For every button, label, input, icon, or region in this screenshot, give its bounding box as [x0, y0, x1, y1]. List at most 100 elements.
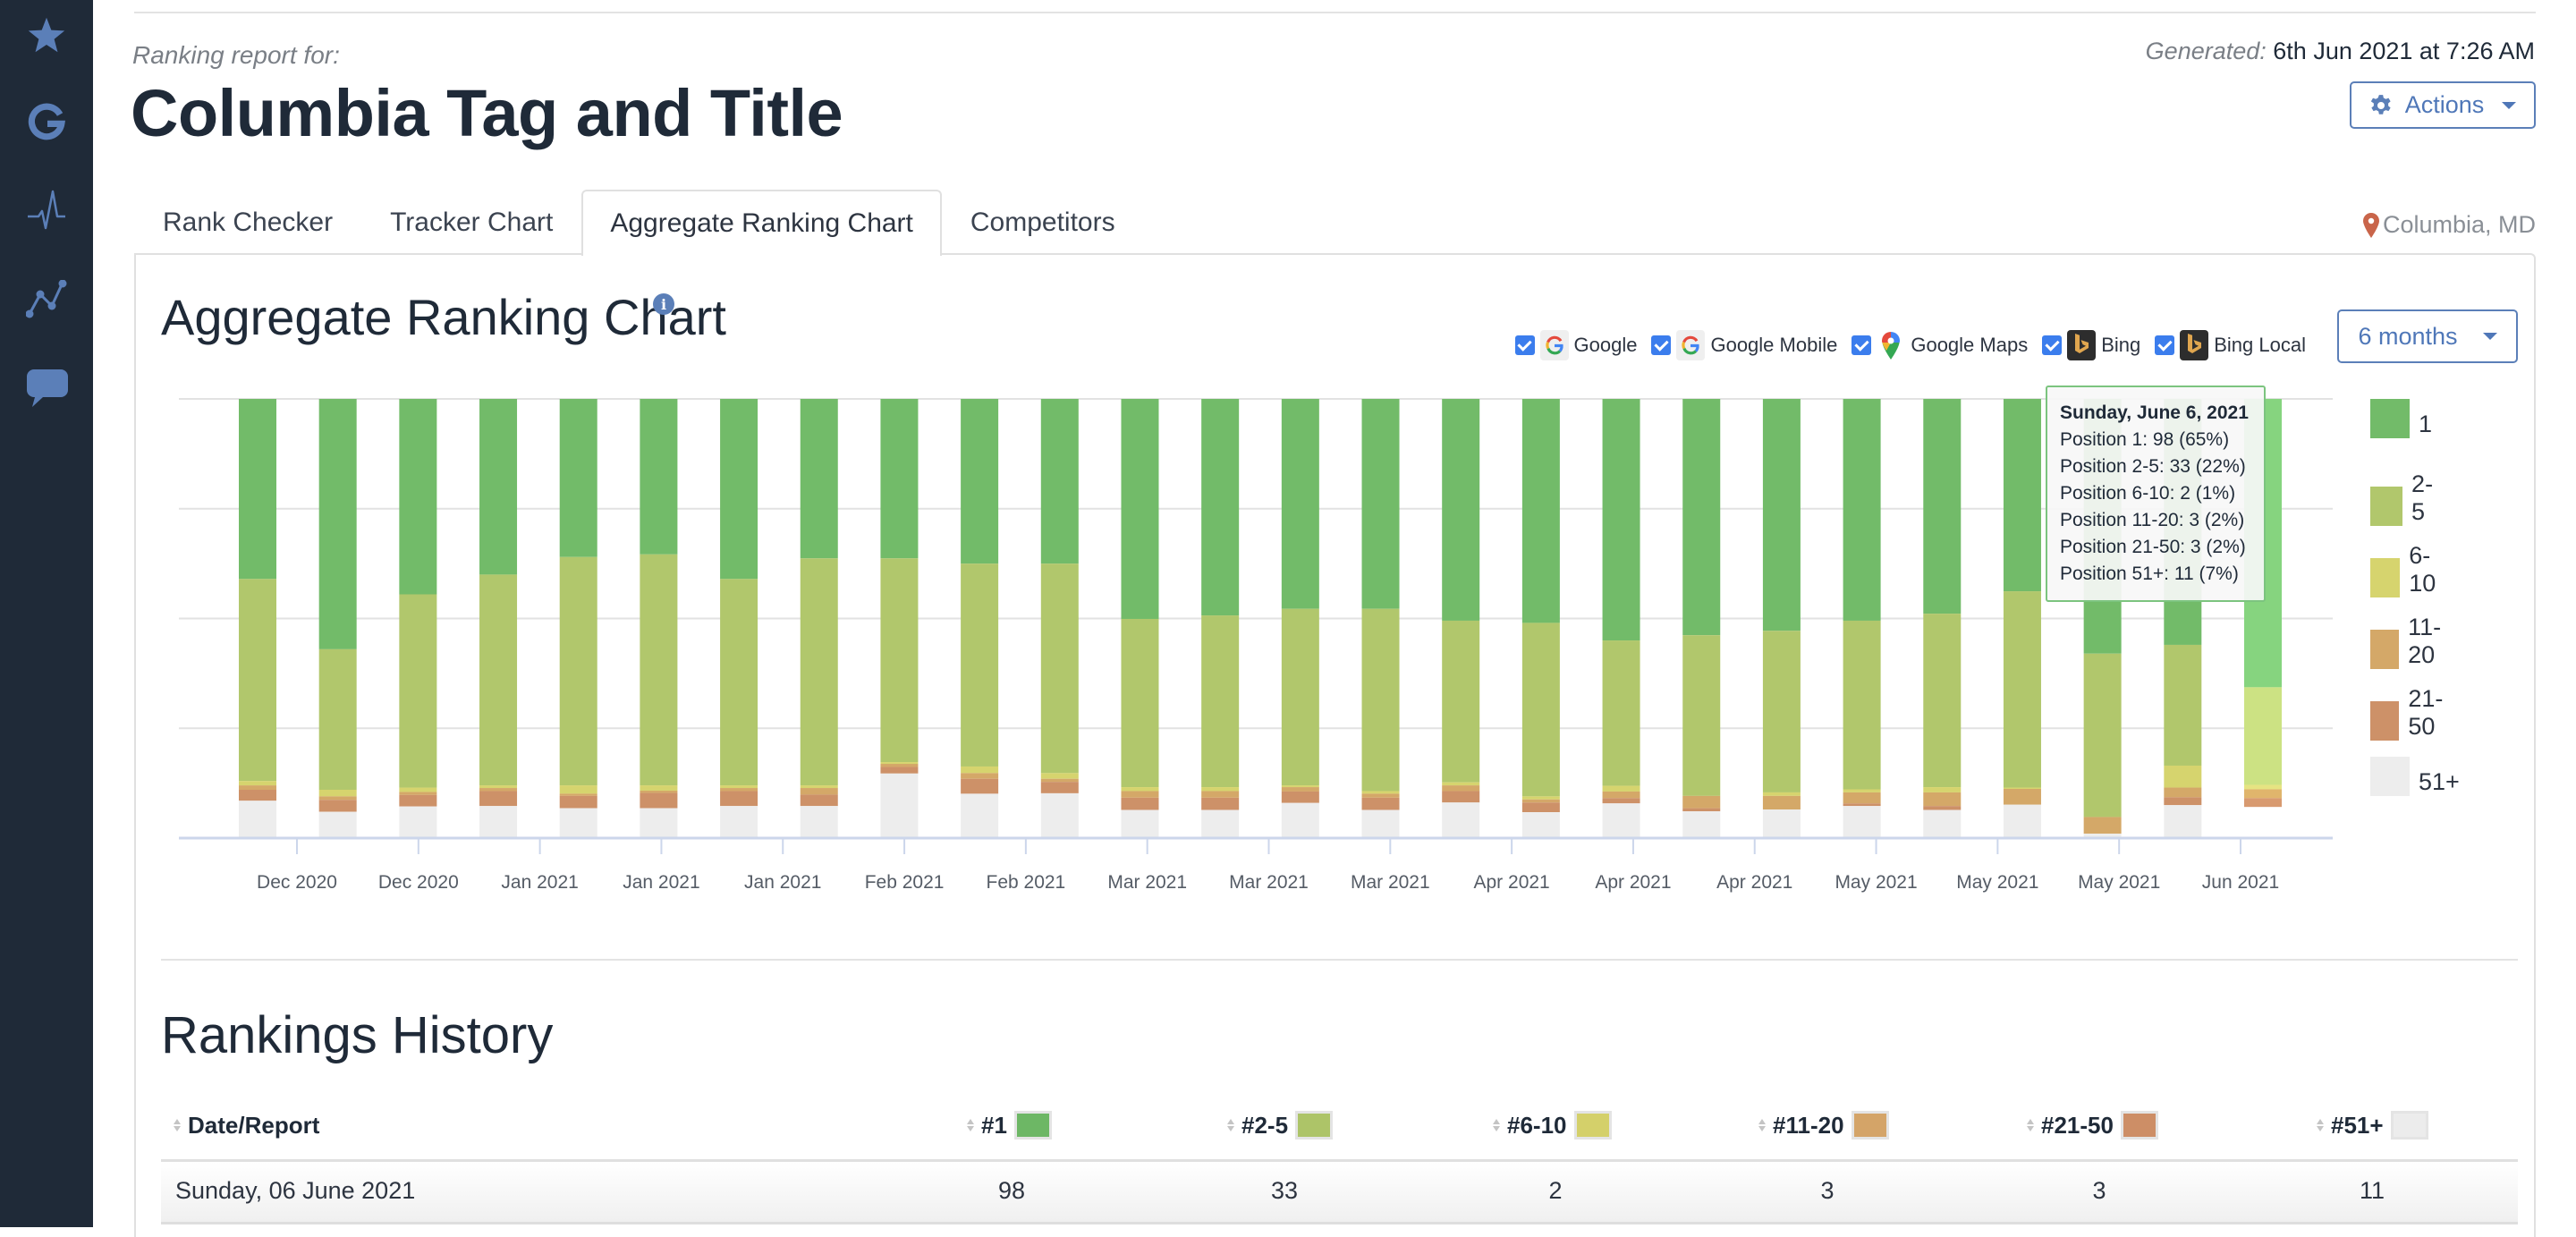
bar-segment-pos51-plus[interactable] — [800, 806, 838, 838]
bar-segment-pos51-plus[interactable] — [1682, 811, 1721, 838]
bar-segment-pos11-20[interactable] — [1040, 778, 1079, 783]
bar-16[interactable] — [1521, 399, 1560, 838]
bar-segment-pos51-plus[interactable] — [961, 793, 999, 838]
bar-2[interactable] — [399, 399, 437, 838]
bar-segment-pos1[interactable] — [318, 399, 357, 649]
checkbox-google-maps[interactable] — [1852, 335, 1872, 355]
bar-21[interactable] — [1923, 399, 1962, 838]
bar-segment-pos1[interactable] — [1923, 399, 1962, 614]
bar-segment-pos21-50[interactable] — [1040, 782, 1079, 793]
bar-segment-pos1[interactable] — [1843, 399, 1881, 621]
bar-segment-pos51-plus[interactable] — [1442, 802, 1480, 838]
legend-item-2-5[interactable]: 2-5 — [2370, 470, 2440, 526]
bar-segment-pos6-10[interactable] — [479, 785, 518, 789]
bar-5[interactable] — [640, 399, 678, 838]
bar-segment-pos51-plus[interactable] — [640, 808, 678, 838]
bar-segment-pos11-20[interactable] — [800, 788, 838, 795]
bar-segment-pos11-20[interactable] — [1762, 795, 1801, 810]
bar-17[interactable] — [1602, 399, 1640, 838]
bar-segment-pos2-5[interactable] — [399, 594, 437, 788]
actions-button[interactable]: Actions — [2350, 81, 2536, 129]
bar-segment-pos51-plus[interactable] — [1521, 812, 1560, 838]
bar-segment-pos11-20[interactable] — [1361, 793, 1400, 798]
bar-segment-pos1[interactable] — [2003, 399, 2041, 592]
bar-20[interactable] — [1843, 399, 1881, 838]
column-header-pos11-20[interactable]: #11-20 — [1758, 1109, 1889, 1141]
bar-segment-pos21-50[interactable] — [1602, 798, 1640, 804]
legend-item-21-50[interactable]: 21-50 — [2370, 685, 2453, 741]
bar-14[interactable] — [1361, 399, 1400, 838]
bar-segment-pos11-20[interactable] — [640, 790, 678, 793]
tab-competitors[interactable]: Competitors — [942, 190, 1144, 254]
bar-segment-pos11-20[interactable] — [1843, 792, 1881, 804]
bar-segment-pos11-20[interactable] — [1442, 785, 1480, 792]
date-range-dropdown[interactable]: 6 months — [2337, 309, 2518, 363]
bar-segment-pos2-5[interactable] — [239, 579, 276, 782]
bar-segment-pos6-10[interactable] — [720, 785, 758, 789]
bar-19[interactable] — [1762, 399, 1801, 838]
bar-segment-pos1[interactable] — [239, 399, 276, 580]
bar-segment-pos1[interactable] — [1281, 399, 1319, 609]
bar-segment-pos6-10[interactable] — [1361, 791, 1400, 794]
bar-segment-pos6-10[interactable] — [2003, 787, 2041, 790]
bar-segment-pos6-10[interactable] — [1040, 773, 1079, 779]
bar-segment-pos2-5[interactable] — [1442, 620, 1480, 783]
bar-segment-pos11-20[interactable] — [479, 788, 518, 792]
bar-segment-pos21-50[interactable] — [961, 778, 999, 794]
bar-segment-pos6-10[interactable] — [559, 785, 597, 794]
bar-segment-pos11-20[interactable] — [2164, 787, 2202, 798]
sidebar-item-chat[interactable] — [0, 357, 93, 419]
bar-segment-pos51-plus[interactable] — [2164, 805, 2202, 838]
checkbox-bing-local[interactable] — [2155, 335, 2175, 355]
bar-segment-pos11-20[interactable] — [239, 785, 276, 790]
bar-22[interactable] — [2003, 399, 2041, 838]
bar-segment-pos2-5[interactable] — [1281, 608, 1319, 786]
filter-google-mobile[interactable]: Google Mobile — [1651, 330, 1837, 360]
bar-segment-pos1[interactable] — [1361, 399, 1400, 609]
bar-segment-pos21-50[interactable] — [2244, 798, 2282, 808]
bar-segment-pos21-50[interactable] — [720, 791, 758, 807]
bar-7[interactable] — [800, 399, 838, 838]
bar-0[interactable] — [239, 399, 276, 838]
bar-segment-pos1[interactable] — [1442, 399, 1480, 621]
bar-segment-pos2-5[interactable] — [2003, 591, 2041, 788]
sidebar-item-activity[interactable] — [0, 179, 93, 241]
bar-segment-pos1[interactable] — [800, 399, 838, 559]
bar-segment-pos11-20[interactable] — [399, 792, 437, 795]
bar-3[interactable] — [479, 399, 518, 838]
bar-segment-pos51-plus[interactable] — [1843, 806, 1881, 838]
bar-segment-pos51-plus[interactable] — [880, 773, 919, 838]
bar-segment-pos1[interactable] — [961, 399, 999, 564]
bar-segment-pos6-10[interactable] — [800, 785, 838, 789]
bar-segment-pos11-20[interactable] — [1923, 792, 1962, 807]
bar-12[interactable] — [1201, 399, 1240, 838]
bar-segment-pos2-5[interactable] — [1040, 563, 1079, 774]
bar-segment-pos51-plus[interactable] — [1762, 809, 1801, 838]
column-header-pos51-plus[interactable]: #51+ — [2317, 1109, 2428, 1141]
bar-segment-pos2-5[interactable] — [1521, 623, 1560, 797]
tab-rank-checker[interactable]: Rank Checker — [134, 190, 361, 254]
bar-segment-pos21-50[interactable] — [1682, 808, 1721, 812]
bar-segment-pos51-plus[interactable] — [559, 808, 597, 838]
bar-segment-pos51-plus[interactable] — [1923, 809, 1962, 838]
bar-segment-pos6-10[interactable] — [399, 787, 437, 792]
legend-item-51-plus[interactable]: 51+ — [2370, 757, 2460, 796]
bar-segment-pos2-5[interactable] — [318, 648, 357, 790]
bar-segment-pos2-5[interactable] — [1762, 631, 1801, 792]
bar-segment-pos21-50[interactable] — [1281, 791, 1319, 803]
bar-segment-pos11-20[interactable] — [559, 793, 597, 796]
bar-segment-pos51-plus[interactable] — [1121, 809, 1159, 838]
checkbox-bing[interactable] — [2042, 335, 2063, 355]
bar-segment-pos21-50[interactable] — [1521, 802, 1560, 813]
bar-segment-pos11-20[interactable] — [1521, 799, 1560, 803]
bar-segment-pos6-10[interactable] — [640, 785, 678, 791]
bar-9[interactable] — [961, 399, 999, 838]
filter-bing[interactable]: Bing — [2042, 330, 2140, 360]
bar-segment-pos1[interactable] — [1521, 399, 1560, 623]
bar-segment-pos2-5[interactable] — [1201, 615, 1240, 788]
bar-segment-pos2-5[interactable] — [720, 579, 758, 786]
bar-18[interactable] — [1682, 399, 1721, 838]
legend-item-11-20[interactable]: 11-20 — [2370, 614, 2452, 669]
bar-segment-pos1[interactable] — [880, 399, 919, 559]
bar-1[interactable] — [318, 399, 357, 838]
